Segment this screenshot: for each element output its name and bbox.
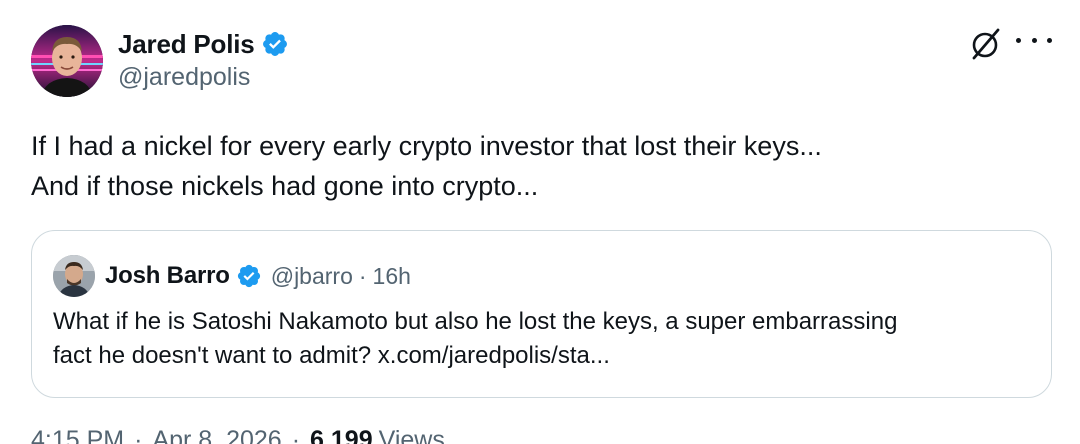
verified-badge-icon[interactable] bbox=[236, 263, 262, 289]
views-label: Views bbox=[378, 426, 445, 444]
tweet-meta: 4:15 PM · Apr 8, 2026 · 6,199 Views bbox=[31, 426, 445, 444]
quoted-avatar-photo bbox=[53, 255, 95, 297]
more-dot bbox=[1016, 37, 1021, 43]
author-name-row: Jared Polis bbox=[118, 27, 289, 61]
more-dot bbox=[1031, 37, 1037, 43]
tweet-text-line: And if those nickels had gone into crypt… bbox=[31, 171, 539, 201]
author-name[interactable]: Jared Polis bbox=[118, 29, 255, 60]
quoted-tweet-text: What if he is Satoshi Nakamoto but also … bbox=[53, 305, 897, 373]
quoted-timestamp[interactable]: 16h bbox=[373, 263, 411, 290]
tweet-date[interactable]: Apr 8, 2026 bbox=[152, 426, 281, 444]
author-avatar[interactable] bbox=[31, 25, 103, 97]
tweet-text: If I had a nickel for every early crypto… bbox=[31, 126, 822, 206]
quoted-tweet-card[interactable]: Josh Barro @jbarro · 16h What if he is S… bbox=[31, 230, 1052, 398]
tweet: Jared Polis @jaredpolis If I had a nicke… bbox=[0, 0, 1080, 444]
verified-badge-icon[interactable] bbox=[261, 30, 289, 58]
quoted-separator: · bbox=[358, 262, 367, 289]
tweet-time[interactable]: 4:15 PM bbox=[31, 426, 124, 444]
quoted-author-handle[interactable]: @jbarro bbox=[271, 263, 353, 290]
grok-icon[interactable] bbox=[966, 25, 1004, 63]
views-count: 6,199 bbox=[310, 426, 373, 444]
quoted-text-line: fact he doesn't want to admit? x.com/jar… bbox=[53, 342, 610, 369]
meta-separator: · bbox=[291, 426, 301, 444]
more-options-icon[interactable] bbox=[1016, 28, 1052, 52]
more-dot bbox=[1047, 37, 1052, 43]
quoted-author-avatar[interactable] bbox=[53, 255, 95, 297]
author-block: Jared Polis @jaredpolis bbox=[118, 27, 289, 92]
meta-separator: · bbox=[134, 426, 143, 444]
avatar-photo bbox=[31, 25, 103, 97]
author-handle[interactable]: @jaredpolis bbox=[118, 63, 289, 92]
quoted-text-line: What if he is Satoshi Nakamoto but also … bbox=[53, 308, 898, 335]
quoted-header: Josh Barro @jbarro · 16h bbox=[105, 255, 411, 297]
quoted-author-name[interactable]: Josh Barro bbox=[105, 262, 230, 290]
tweet-text-line: If I had a nickel for every early crypto… bbox=[31, 131, 822, 161]
